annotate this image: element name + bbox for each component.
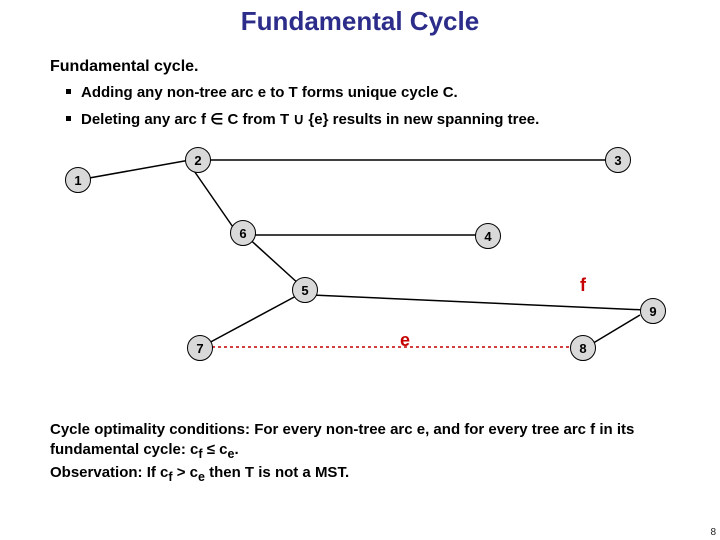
graph-node-6: 6 xyxy=(230,220,256,246)
graph-diagram: 1 2 3 4 5 6 7 8 9 f e xyxy=(50,135,670,395)
optimality-line: Cycle optimality conditions: For every n… xyxy=(50,420,680,463)
graph-node-5: 5 xyxy=(292,277,318,303)
bullet-text: Deleting any arc f ∈ C from T ∪ {e} resu… xyxy=(81,109,539,132)
observation-line: Observation: If cf > ce then T is not a … xyxy=(50,463,680,486)
graph-node-1: 1 xyxy=(65,167,91,193)
observation-label: Observation: xyxy=(50,464,143,481)
graph-node-3: 3 xyxy=(605,147,631,173)
graph-node-9: 9 xyxy=(640,298,666,324)
bullet-text: Adding any non-tree arc e to T forms uni… xyxy=(81,82,458,105)
bullet-dot-icon xyxy=(66,89,71,94)
graph-node-4: 4 xyxy=(475,223,501,249)
bullet-dot-icon xyxy=(66,116,71,121)
slide-title: Fundamental Cycle xyxy=(0,6,720,37)
graph-node-8: 8 xyxy=(570,335,596,361)
bullet-item: Deleting any arc f ∈ C from T ∪ {e} resu… xyxy=(66,109,539,132)
bullet-item: Adding any non-tree arc e to T forms uni… xyxy=(66,82,539,105)
optimality-label: Cycle optimality conditions: xyxy=(50,421,250,438)
graph-node-7: 7 xyxy=(187,335,213,361)
bullet-list: Adding any non-tree arc e to T forms uni… xyxy=(66,82,539,135)
slide: Fundamental Cycle Fundamental cycle. Add… xyxy=(0,0,720,540)
page-number: 8 xyxy=(710,527,716,538)
graph-node-2: 2 xyxy=(185,147,211,173)
bottom-text: Cycle optimality conditions: For every n… xyxy=(50,420,680,486)
edge-label-f: f xyxy=(580,275,586,296)
edge-label-e: e xyxy=(400,330,410,351)
subtitle: Fundamental cycle. xyxy=(50,58,199,76)
